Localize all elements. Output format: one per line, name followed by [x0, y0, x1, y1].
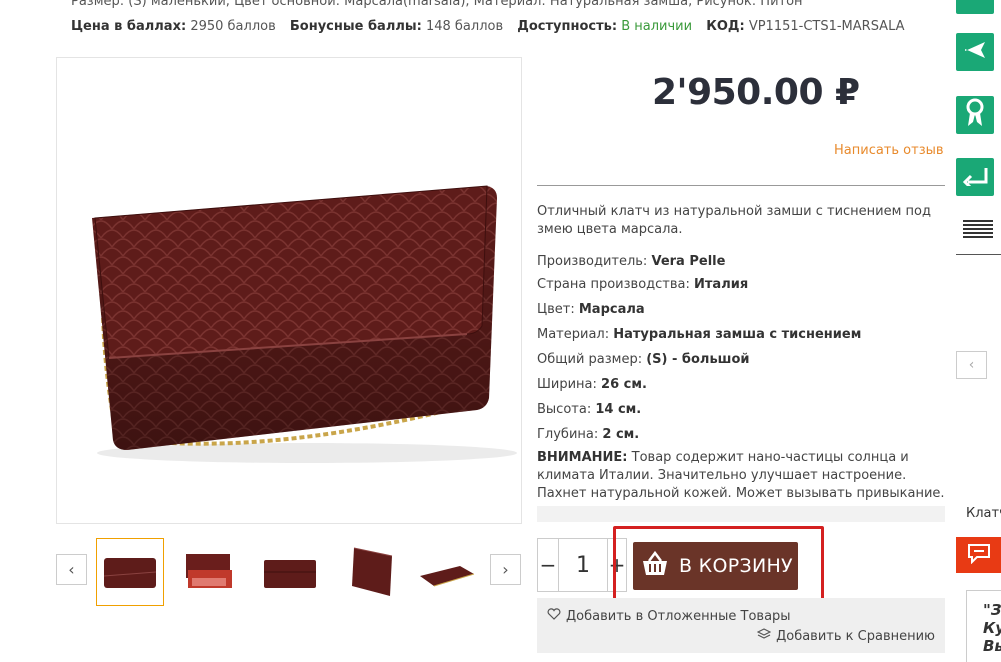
- points-price-value: 2950 баллов: [190, 19, 276, 34]
- product-attributes: Размер: (S) маленький, Цвет основной: Ма…: [71, 0, 803, 9]
- product-page: Размер: (S) маленький, Цвет основной: Ма…: [0, 0, 1001, 662]
- spec-height: Высота: 14 см.: [537, 402, 641, 417]
- extra-actions-panel: [537, 598, 945, 653]
- add-to-cart-label: В КОРЗИНУ: [679, 555, 793, 577]
- clutch-bag-image: [92, 185, 517, 463]
- divider: [537, 185, 945, 186]
- thumb-image: [186, 554, 232, 588]
- spec-depth: Глубина: 2 см.: [537, 427, 639, 442]
- quote-line: "З: [983, 601, 1001, 619]
- plane-icon: [963, 38, 987, 66]
- sidebar-button-quality[interactable]: [956, 96, 994, 134]
- product-meta-line: Цена в баллах: 2950 баллов Бонусные балл…: [71, 19, 905, 34]
- add-to-compare-link[interactable]: Добавить к Сравнению: [756, 628, 935, 644]
- spec-label: Материал:: [537, 327, 610, 342]
- spec-label: Глубина:: [537, 427, 599, 442]
- spec-value: 14 см.: [595, 402, 642, 417]
- spec-width: Ширина: 26 см.: [537, 377, 647, 392]
- reviews-chat-button[interactable]: [956, 537, 1001, 573]
- write-review-link[interactable]: Написать отзыв: [834, 143, 944, 158]
- return-icon: [962, 164, 988, 190]
- spec-value: 2 см.: [602, 427, 640, 442]
- spec-value: Натуральная замша с тиснением: [613, 327, 862, 342]
- gallery-thumb-1[interactable]: [96, 538, 164, 606]
- gallery-next-button[interactable]: ›: [490, 554, 521, 585]
- spec-manufacturer: Производитель: Vera Pelle: [537, 254, 725, 269]
- spec-material: Материал: Натуральная замша с тиснением: [537, 327, 861, 342]
- thumb-image: [352, 547, 393, 596]
- gallery-thumb-2[interactable]: [176, 538, 244, 606]
- spec-label: Страна производства:: [537, 277, 690, 292]
- chevron-right-icon: ›: [502, 560, 509, 579]
- chevron-left-icon: ‹: [968, 357, 975, 373]
- quantity-input[interactable]: [558, 539, 608, 591]
- thumb-image: [103, 558, 157, 588]
- wishlist-label: Добавить в Отложенные Товары: [566, 608, 791, 624]
- thumb-image: [420, 566, 475, 587]
- spec-label: Цвет:: [537, 302, 575, 317]
- spec-value: Vera Pelle: [651, 254, 726, 269]
- gallery-prev-button[interactable]: ‹: [56, 554, 87, 585]
- availability-label: Доступность:: [517, 19, 618, 34]
- spec-value: 26 см.: [601, 377, 647, 392]
- code-value: VP1151-CTS1-MARSALA: [748, 19, 905, 34]
- spec-label: Производитель:: [537, 254, 648, 269]
- compare-label: Добавить к Сравнению: [776, 628, 935, 644]
- spec-value: (S) - большой: [646, 352, 750, 367]
- sidebar-category-label: Клатч: [966, 506, 1001, 521]
- basket-icon: [641, 550, 669, 582]
- bonus-value: 148 баллов: [425, 19, 504, 34]
- sidebar-button-returns[interactable]: [956, 158, 994, 196]
- product-description: Отличный клатч из натуральной замши с ти…: [537, 204, 931, 237]
- spec-country: Страна производства: Италия: [537, 277, 748, 292]
- gallery-thumb-4[interactable]: [336, 538, 404, 606]
- spec-value: Марсала: [578, 302, 645, 317]
- availability-value: В наличии: [621, 19, 693, 34]
- spec-label: Высота:: [537, 402, 592, 417]
- spec-size: Общий размер: (S) - большой: [537, 352, 750, 367]
- layers-icon: [756, 628, 772, 644]
- points-price-label: Цена в баллах:: [71, 19, 187, 34]
- spec-color: Цвет: Марсала: [537, 302, 645, 317]
- main-product-image[interactable]: [56, 57, 522, 524]
- quote-line: Ку: [983, 619, 1001, 637]
- spec-label: Ширина:: [537, 377, 597, 392]
- award-icon: [964, 98, 986, 132]
- divider-strip: [537, 506, 945, 522]
- gallery-thumb-3[interactable]: [256, 538, 324, 606]
- add-to-wishlist-link[interactable]: Добавить в Отложенные Товары: [547, 608, 791, 624]
- bonus-label: Бонусные баллы:: [289, 19, 422, 34]
- chat-bubble-icon: [966, 542, 992, 568]
- review-quote-card: "З Ку Вы: [966, 590, 1001, 662]
- code-label: КОД:: [706, 19, 745, 34]
- quote-line: Вы: [983, 637, 1001, 655]
- add-to-cart-button[interactable]: В КОРЗИНУ: [633, 542, 798, 590]
- sidebar-prev-button[interactable]: ‹: [956, 351, 987, 379]
- sidebar-button-top[interactable]: [956, 0, 994, 14]
- sidebar-button-delivery[interactable]: [956, 33, 994, 71]
- thumb-image: [264, 560, 316, 588]
- product-warning: ВНИМАНИЕ: Товар содержит нано-частицы со…: [537, 449, 945, 503]
- menu-lines-icon[interactable]: [963, 220, 993, 240]
- chevron-left-icon: ‹: [68, 560, 75, 579]
- heart-icon: [547, 608, 561, 624]
- warning-label: ВНИМАНИЕ:: [537, 450, 628, 465]
- quantity-decrease-button[interactable]: −: [538, 539, 558, 591]
- spec-value: Италия: [694, 277, 749, 292]
- sidebar-divider: [956, 254, 1001, 255]
- spec-label: Общий размер:: [537, 352, 643, 367]
- gallery-thumb-5[interactable]: [412, 538, 480, 606]
- product-price: 2'950.00 ₽: [652, 72, 860, 113]
